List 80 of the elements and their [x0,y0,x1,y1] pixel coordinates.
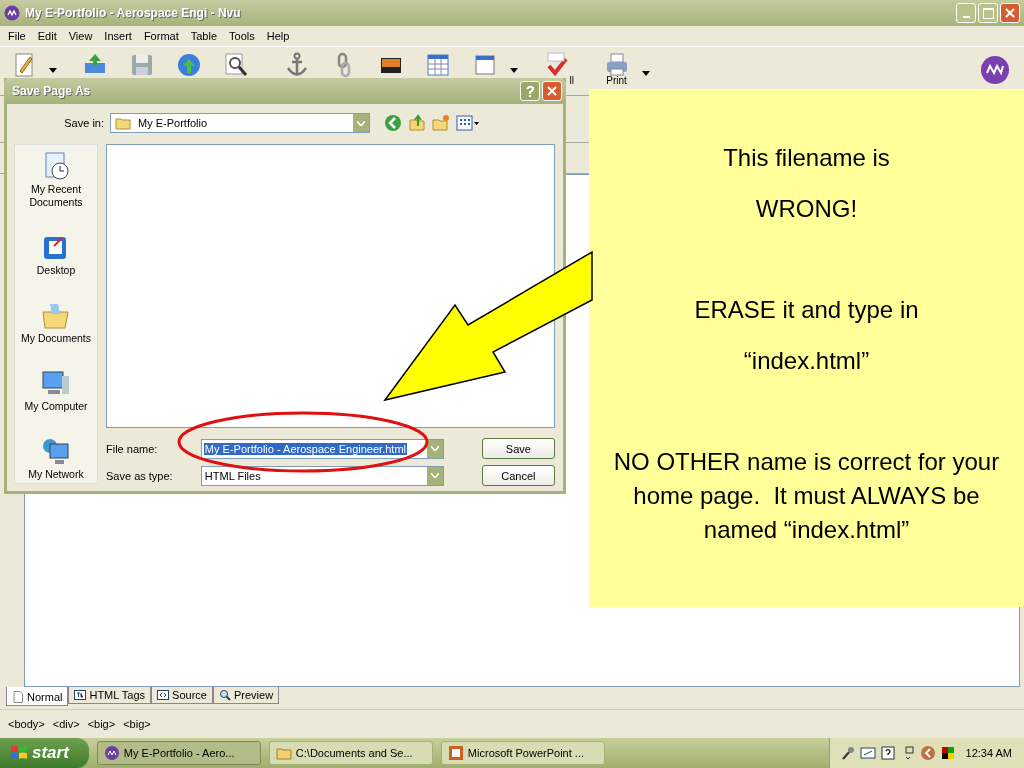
clock: 12:34 AM [965,747,1012,759]
close-icon [1005,8,1015,18]
menu-item[interactable]: Format [137,30,185,42]
back-icon[interactable] [384,114,402,132]
tag-path-item[interactable]: <big> [87,718,116,730]
app-logo-icon [980,55,1010,85]
cancel-button[interactable]: Cancel [481,465,555,486]
presentation-icon [447,745,464,761]
save-button[interactable]: Save [481,438,555,459]
menu-item[interactable]: View [62,30,99,42]
save-as-type-label: Save as type: [106,469,174,482]
close-icon [547,86,557,96]
toolbar-button[interactable]: ll [532,51,579,86]
language-icon[interactable] [939,745,956,761]
file-name-label: File name: [106,442,159,455]
magnifier-icon [218,689,231,701]
tag-path-item[interactable]: <body> [8,718,45,730]
menu-item[interactable]: File [2,30,32,42]
up-folder-icon[interactable] [408,114,426,132]
code-icon [157,689,170,701]
note-text: WRONG! [754,194,859,224]
app-logo-icon [103,745,120,761]
places-item[interactable]: My Documents [15,300,97,345]
taskbar-button[interactable]: Microsoft PowerPoint ... [440,741,605,765]
question-mark-icon [525,85,535,97]
places-item[interactable]: My Recent Documents [15,151,97,209]
chevron-down-icon [357,120,365,126]
note-text: “index.html” [742,346,871,376]
toolbar-button[interactable]: Print [593,51,640,86]
menu-item[interactable]: Table [184,30,223,42]
close-button[interactable] [542,81,562,101]
tag-icon [74,689,87,701]
close-button[interactable] [1000,3,1020,23]
file-name-field[interactable]: My E-Portfolio - Aerospace Engineer.html [200,438,444,459]
taskbar-button[interactable]: C:\Documents and Se... [268,741,433,765]
menu-item[interactable]: Tools [223,30,261,42]
expand-tray-icon[interactable] [919,745,936,761]
new-folder-icon[interactable] [432,114,450,132]
microphone-icon[interactable] [839,745,856,761]
view-tab[interactable]: Normal [6,687,69,706]
menu-item[interactable]: Insert [98,30,138,42]
flag-icon [10,744,28,762]
dropdown-arrow-icon[interactable] [510,67,518,73]
file-list[interactable] [106,144,555,428]
app-logo-icon [4,5,20,21]
dropdown-arrow-button[interactable] [426,439,443,458]
chevron-down-icon [430,473,439,478]
menu-item[interactable]: Edit [31,30,63,42]
note-text: NO OTHER name is correct for your home page. It must ALWAYS be named “index.html” [612,447,1001,545]
dropdown-arrow-icon[interactable] [49,67,57,73]
help-button[interactable] [520,81,540,101]
minimize-icon [962,16,970,18]
menu-item[interactable]: Help [260,30,296,42]
view-tab[interactable]: HTML Tags [68,687,152,704]
start-button[interactable]: start [0,738,89,768]
places-item[interactable]: Desktop [15,232,97,277]
places-item[interactable]: My Computer [15,368,97,413]
maximize-icon [982,7,994,19]
dropdown-arrow-button[interactable] [353,114,369,132]
tag-path-item[interactable]: <big> [123,718,151,730]
folder-icon [275,745,292,761]
dropdown-arrow-button[interactable] [426,466,443,485]
places-item[interactable]: My Network [15,436,97,481]
view-menu-icon[interactable] [456,114,480,132]
save-in-dropdown[interactable]: My E-Portfolio [110,113,370,133]
help-icon[interactable] [879,745,896,761]
taskbar-button[interactable]: My E-Portfolio - Aero... [96,741,261,765]
dropdown-arrow-icon[interactable] [642,71,650,76]
dialog-title: Save Page As [12,84,92,98]
view-tab[interactable]: Source [151,687,213,704]
page-icon [12,691,24,703]
window-title: My E-Portfolio - Aerospace Engi - Nvu [25,6,242,20]
note-text: This filename is [722,143,891,173]
folder-icon [115,116,131,130]
save-in-label: Save in: [63,117,104,129]
keyboard-icon[interactable] [859,745,876,761]
chevron-down-icon [430,446,439,451]
note-text: ERASE it and type in [693,295,920,325]
view-tab[interactable]: Preview [212,687,280,704]
tag-path-item[interactable]: <div> [52,718,80,730]
